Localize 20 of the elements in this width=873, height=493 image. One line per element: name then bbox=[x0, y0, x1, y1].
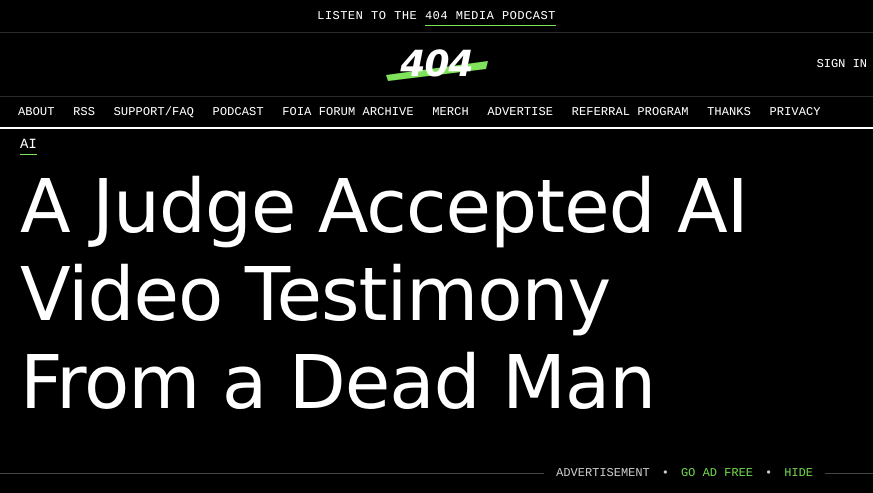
nav-link[interactable]: ABOUT bbox=[18, 105, 55, 119]
nav-link[interactable]: PODCAST bbox=[212, 105, 264, 119]
nav-link[interactable]: MERCH bbox=[432, 105, 469, 119]
advertisement-label: ADVERTISEMENT bbox=[556, 466, 650, 480]
sign-in-link[interactable]: SIGN IN bbox=[816, 57, 867, 71]
category-tag[interactable]: AI bbox=[20, 137, 37, 155]
podcast-link[interactable]: 404 MEDIA PODCAST bbox=[424, 9, 556, 26]
nav-link[interactable]: THANKS bbox=[707, 105, 751, 119]
nav-link[interactable]: FOIA FORUM ARCHIVE bbox=[282, 105, 414, 119]
nav-link[interactable]: REFERRAL PROGRAM bbox=[572, 105, 688, 119]
nav-link[interactable]: SUPPORT/FAQ bbox=[114, 105, 194, 119]
promo-text: LISTEN TO THE bbox=[317, 9, 418, 23]
separator-dot: • bbox=[764, 466, 772, 480]
article-title: A Judge Accepted AI Video Testimony From a Dead Man bbox=[20, 163, 749, 427]
nav-link[interactable]: ADVERTISE bbox=[487, 105, 554, 119]
nav-link[interactable]: RSS bbox=[73, 105, 96, 119]
go-ad-free-link[interactable]: GO AD FREE bbox=[680, 466, 753, 480]
hide-link[interactable]: HIDE bbox=[784, 466, 813, 480]
separator-dot: • bbox=[662, 466, 669, 480]
nav-link[interactable]: PRIVACY bbox=[770, 105, 821, 119]
